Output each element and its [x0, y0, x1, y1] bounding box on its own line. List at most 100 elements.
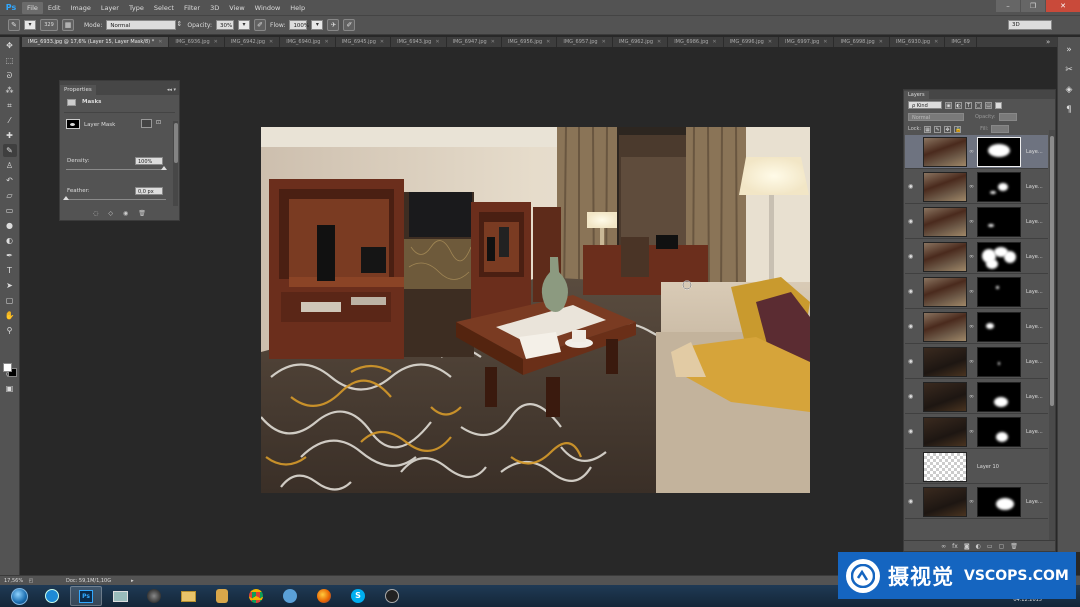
tab-img-6936[interactable]: IMG_6936.jpg ✕	[169, 37, 225, 47]
new-layer-icon[interactable]: ▢	[999, 543, 1005, 550]
mask-link-icon[interactable]: ∞	[969, 183, 974, 190]
filter-type-icon[interactable]: T	[965, 101, 972, 109]
close-tab-icon[interactable]: ✕	[934, 39, 938, 45]
filter-toggle-icon[interactable]	[995, 101, 1002, 109]
clone-stamp-tool-icon[interactable]: ♙	[3, 159, 17, 172]
marquee-tool-icon[interactable]: ⬚	[3, 54, 17, 67]
layer-row[interactable]: ◉ ∞ Laye...	[905, 240, 1048, 274]
close-tab-icon[interactable]: ✕	[712, 39, 716, 45]
start-button[interactable]	[4, 586, 34, 606]
opacity-dropdown[interactable]: ▾	[238, 20, 251, 30]
shape-tool-icon[interactable]: ▢	[3, 294, 17, 307]
visibility-eye-icon[interactable]: ◉	[908, 499, 914, 505]
flow-input[interactable]: 100%	[289, 20, 309, 30]
messenger-icon[interactable]	[274, 586, 306, 606]
zoom-tool-icon[interactable]: ⚲	[3, 324, 17, 337]
mask-link-icon[interactable]: ∞	[969, 428, 974, 435]
close-tab-icon[interactable]: ✕	[324, 39, 328, 45]
layer-row[interactable]: ∞ Laye...	[905, 135, 1048, 169]
photoshop-icon[interactable]: Ps	[70, 586, 102, 606]
layer-mask-thumbnail[interactable]	[977, 172, 1021, 202]
lock-pixels-icon[interactable]: ✎	[934, 125, 942, 133]
close-tab-icon[interactable]: ✕	[768, 39, 772, 45]
menu-layer[interactable]: Layer	[96, 2, 124, 14]
path-select-tool-icon[interactable]: ➤	[3, 279, 17, 292]
tab-img-6940[interactable]: IMG_6940.jpg ✕	[280, 37, 336, 47]
tab-img-6998[interactable]: IMG_6998.jpg ✕	[834, 37, 890, 47]
tab-img-6930[interactable]: IMG_6930.jpg ✕	[890, 37, 946, 47]
obs-icon[interactable]	[376, 586, 408, 606]
tab-img-6942[interactable]: IMG_6942.jpg ✕	[225, 37, 281, 47]
link-icon[interactable]: ∞	[941, 543, 946, 550]
mask-link-icon[interactable]: ∞	[969, 218, 974, 225]
history-brush-tool-icon[interactable]: ↶	[3, 174, 17, 187]
character-icon[interactable]: ¶	[1061, 103, 1077, 117]
tool-preset-dropdown[interactable]: ▾	[24, 20, 36, 30]
close-tab-icon[interactable]: ✕	[214, 39, 218, 45]
opacity-input[interactable]	[998, 113, 1017, 121]
filter-smart-object-icon[interactable]: ▤	[985, 101, 992, 109]
pressure-size-icon[interactable]: ✐	[343, 19, 356, 31]
screen-mode-icon[interactable]: ▣	[3, 382, 17, 395]
tools-icon[interactable]: ✂	[1061, 63, 1077, 77]
eyedropper-tool-icon[interactable]: ⁄	[3, 114, 17, 127]
foreground-color-swatch[interactable]	[3, 363, 12, 372]
close-tab-icon[interactable]: ✕	[435, 39, 439, 45]
layer-mask-thumbnail[interactable]	[977, 312, 1021, 342]
layer-row[interactable]: ◉ ∞ Laye...	[905, 275, 1048, 309]
tab-img-6947[interactable]: IMG_6947.jpg ✕	[447, 37, 502, 47]
close-tab-icon[interactable]: ✕	[602, 39, 606, 45]
visibility-eye-icon[interactable]: ◉	[908, 289, 914, 295]
visibility-eye-icon[interactable]: ◉	[908, 324, 914, 330]
status-menu-icon[interactable]: ▸	[131, 578, 134, 584]
add-vector-mask-icon[interactable]: ⊡	[156, 119, 167, 128]
tab-img-6962[interactable]: IMG_6962.jpg ✕	[613, 37, 669, 47]
filter-pixel-icon[interactable]: ▣	[945, 101, 952, 109]
close-tab-icon[interactable]: ✕	[546, 39, 550, 45]
density-slider-handle[interactable]	[161, 166, 167, 170]
visibility-eye-icon[interactable]: ◉	[908, 254, 914, 260]
density-input[interactable]: 100%	[135, 157, 163, 165]
pressure-opacity-icon[interactable]: ✐	[254, 19, 267, 31]
layer-mask-thumbnail[interactable]	[977, 277, 1021, 307]
menu-image[interactable]: Image	[65, 2, 95, 14]
layer-mask-thumbnail[interactable]	[977, 382, 1021, 412]
close-tab-icon[interactable]: ✕	[158, 39, 162, 45]
mask-link-icon[interactable]: ∞	[969, 253, 974, 260]
brush-size-picker[interactable]: 329	[40, 19, 58, 31]
layers-scrollbar[interactable]	[1049, 130, 1055, 540]
panel-collapse-icon[interactable]: ◂◂ ▾	[167, 85, 179, 95]
mask-link-icon[interactable]: ∞	[969, 288, 974, 295]
tab-img-6945[interactable]: IMG_6945.jpg ✕	[336, 37, 392, 47]
lock-position-icon[interactable]: ✥	[944, 125, 952, 133]
delete-mask-icon[interactable]: 🗑	[138, 210, 146, 217]
layers-tab[interactable]: Layers	[904, 91, 929, 99]
tab-img-6986[interactable]: IMG_6986.jpg ✕	[668, 37, 724, 47]
feather-input[interactable]: 0,0 px	[135, 187, 163, 195]
browser-dark-icon[interactable]	[138, 586, 170, 606]
status-share-icon[interactable]: ◰	[26, 578, 36, 584]
tab-img-6956[interactable]: IMG_6956.jpg ✕	[502, 37, 558, 47]
density-slider[interactable]	[66, 169, 166, 170]
visibility-eye-icon[interactable]	[908, 149, 914, 155]
dodge-tool-icon[interactable]: ◐	[3, 234, 17, 247]
close-button[interactable]: ✕	[1046, 0, 1080, 12]
menu-window[interactable]: Window	[250, 2, 286, 14]
mask-link-icon[interactable]: ∞	[969, 148, 974, 155]
healing-tool-icon[interactable]: ✚	[3, 129, 17, 142]
tab-img-6996[interactable]: IMG_6996.jpg ✕	[724, 37, 780, 47]
filter-kind-select[interactable]: ρ Kind	[908, 101, 942, 109]
mask-link-icon[interactable]: ∞	[969, 323, 974, 330]
load-selection-icon[interactable]: ◌	[93, 210, 98, 217]
group-icon[interactable]: ▭	[987, 543, 993, 550]
mask-link-icon[interactable]: ∞	[969, 498, 974, 505]
visibility-eye-icon[interactable]: ◉	[908, 219, 914, 225]
fx-icon[interactable]: fx	[952, 543, 958, 550]
close-tab-icon[interactable]: ✕	[380, 39, 384, 45]
opacity-input[interactable]: 30%	[216, 20, 235, 30]
document-canvas[interactable]	[261, 127, 810, 493]
feather-slider-handle[interactable]	[63, 196, 69, 200]
flow-dropdown[interactable]: ▾	[311, 20, 324, 30]
trash-icon[interactable]: 🗑	[1010, 543, 1018, 550]
layer-mask-thumbnail[interactable]	[977, 137, 1021, 167]
